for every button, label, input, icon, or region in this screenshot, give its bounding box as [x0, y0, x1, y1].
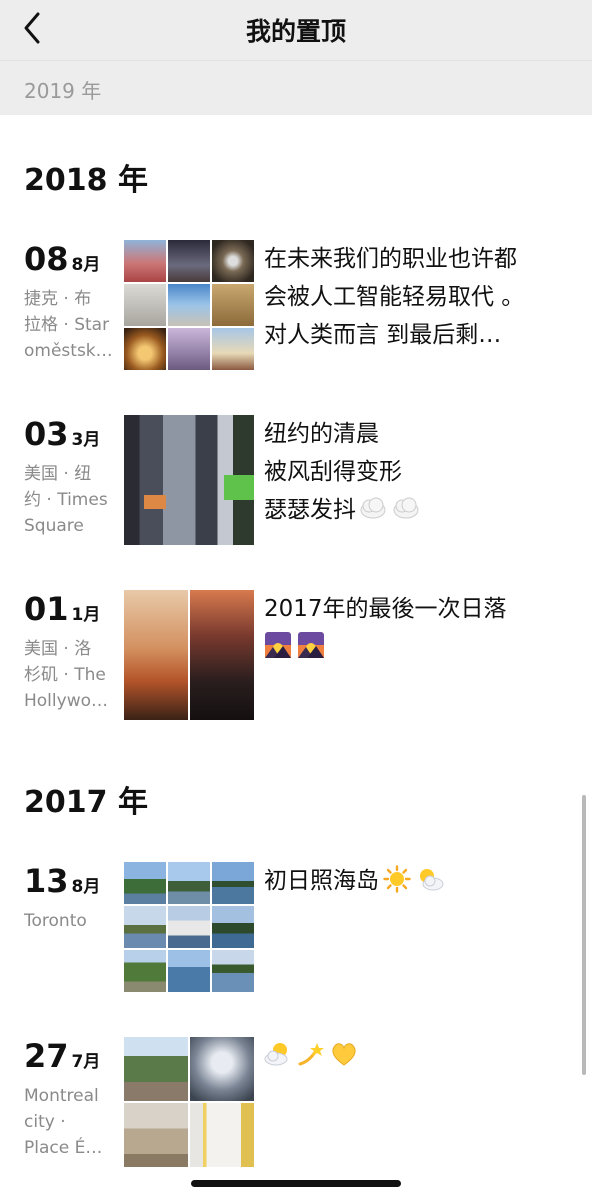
text-line: 初日照海岛 [264, 868, 379, 894]
yellow-heart-emoji [332, 1043, 356, 1066]
location-line: 杉矶 · The [24, 665, 106, 685]
photo-grid[interactable] [124, 862, 254, 992]
list-item[interactable]: 01 1月 美国 · 洛 杉矶 · The Hollywo… 2017年的最後一次… [0, 590, 592, 730]
photo-thumb [124, 950, 166, 992]
entry-date: 01 1月 [24, 590, 100, 628]
sunset-emoji [298, 632, 324, 658]
year-heading-2018: 2018 年 [24, 163, 148, 198]
entry-day: 27 [24, 1037, 69, 1075]
location-line: Square [24, 516, 84, 536]
photo-thumb [124, 328, 166, 370]
text-line: 纽约的清晨 [264, 421, 379, 447]
entry-text: 2017年的最後一次日落 [264, 590, 564, 666]
photo-thumb [124, 415, 254, 545]
photo-thumb [212, 862, 254, 904]
photo-thumb [212, 906, 254, 948]
photo-grid[interactable] [124, 240, 254, 370]
sun-behind-cloud-emoji [420, 869, 444, 891]
photo-thumb [168, 862, 210, 904]
photo-thumb [212, 240, 254, 282]
entry-month: 1月 [71, 605, 101, 625]
photo-thumb [124, 906, 166, 948]
entry-date: 08 8月 [24, 240, 100, 278]
sunset-emoji [265, 632, 291, 658]
photo-thumb [124, 284, 166, 326]
photo-single[interactable] [124, 415, 254, 545]
entry-location: 捷克 · 布 拉格 · Star oměstsk… [24, 286, 116, 364]
cloud-emoji [393, 497, 419, 519]
photo-thumb [190, 1037, 254, 1101]
photo-thumb [168, 950, 210, 992]
photo-thumb [124, 862, 166, 904]
photo-thumb [168, 240, 210, 282]
photo-thumb [124, 1037, 188, 1101]
location-line: city · [24, 1112, 66, 1132]
dizzy-emoji [298, 1043, 324, 1066]
location-line: 美国 · 纽 [24, 464, 92, 484]
text-line: 对人类而言 到最后剩… [264, 322, 502, 348]
cloud-emoji [360, 497, 386, 519]
photo-thumb [168, 328, 210, 370]
photo-thumb [124, 1103, 188, 1167]
photo-thumb [190, 590, 254, 720]
text-line: 被风刮得变形 [264, 459, 402, 485]
location-line: Montreal [24, 1086, 99, 1106]
photo-thumb [212, 284, 254, 326]
location-line: 约 · Times [24, 490, 108, 510]
entry-day: 03 [24, 415, 69, 453]
entry-day: 08 [24, 240, 69, 278]
text-line: 在未来我们的职业也许都 [264, 246, 517, 272]
entry-location: 美国 · 洛 杉矶 · The Hollywo… [24, 636, 116, 714]
list-item[interactable]: 27 7月 Montreal city · Place É… [0, 1037, 592, 1177]
entry-text: 在未来我们的职业也许都 会被人工智能轻易取代 。 对人类而言 到最后剩… [264, 240, 564, 354]
entry-month: 3月 [71, 430, 101, 450]
entry-date: 03 3月 [24, 415, 100, 453]
home-indicator[interactable] [191, 1180, 401, 1187]
photo-thumb [212, 328, 254, 370]
location-line: Place É… [24, 1138, 103, 1158]
photo-thumb [124, 590, 188, 720]
location-line: Hollywo… [24, 691, 108, 711]
location-line: 美国 · 洛 [24, 639, 92, 659]
entry-month: 8月 [71, 877, 101, 897]
entry-text: 初日照海岛 [264, 862, 564, 900]
entry-text: 纽约的清晨 被风刮得变形 瑟瑟发抖 [264, 415, 564, 529]
photo-grid[interactable] [124, 1037, 254, 1167]
entry-location: 美国 · 纽 约 · Times Square [24, 461, 116, 539]
list-item[interactable]: 08 8月 捷克 · 布 拉格 · Star oměstsk… 在未来我们的职业也… [0, 240, 592, 380]
entry-date: 13 8月 [24, 862, 100, 900]
sun-behind-cloud-emoji [264, 1043, 288, 1066]
location-line: Toronto [24, 911, 87, 931]
photo-thumb [190, 1103, 254, 1167]
entry-month: 8月 [71, 255, 101, 275]
photo-thumb [124, 240, 166, 282]
text-line: 瑟瑟发抖 [264, 497, 356, 523]
text-line: 2017年的最後一次日落 [264, 596, 507, 622]
entry-location: Montreal city · Place É… [24, 1083, 116, 1161]
sticky-year-label: 2019 年 [24, 79, 102, 103]
location-line: 拉格 · Star [24, 315, 110, 335]
entry-date: 27 7月 [24, 1037, 100, 1075]
list-item[interactable]: 03 3月 美国 · 纽 约 · Times Square 纽约的清晨 被风刮得变… [0, 415, 592, 555]
year-heading-2017: 2017 年 [24, 785, 148, 820]
entry-day: 01 [24, 590, 69, 628]
entry-text [264, 1037, 564, 1075]
location-line: 捷克 · 布 [24, 289, 92, 309]
scrollbar[interactable] [582, 795, 586, 1075]
list-item[interactable]: 13 8月 Toronto 初日照海岛 [0, 862, 592, 1002]
entry-day: 13 [24, 862, 69, 900]
nav-bar: 我的置顶 [0, 0, 592, 60]
sticky-year-header: 2019 年 [0, 60, 592, 115]
page-title: 我的置顶 [245, 17, 346, 46]
location-line: oměstsk… [24, 341, 113, 361]
sun-emoji [383, 865, 411, 893]
text-line: 会被人工智能轻易取代 。 [264, 284, 525, 310]
photo-grid[interactable] [124, 590, 254, 720]
entry-location: Toronto [24, 908, 116, 934]
photo-thumb [168, 906, 210, 948]
photo-thumb [168, 284, 210, 326]
photo-thumb [212, 950, 254, 992]
entry-month: 7月 [71, 1052, 101, 1072]
